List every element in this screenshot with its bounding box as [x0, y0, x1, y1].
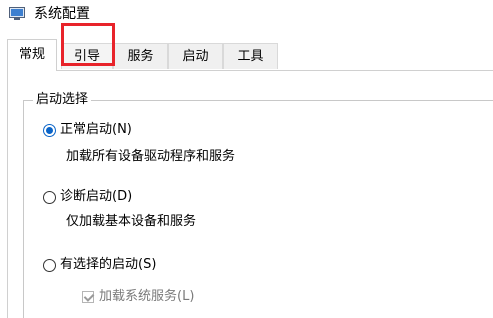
- diagnostic-startup-label: 诊断启动(D): [60, 189, 133, 204]
- window-title: 系统配置: [34, 6, 90, 22]
- msconfig-app-icon: [9, 6, 25, 20]
- diagnostic-startup-radio[interactable]: [43, 190, 56, 204]
- system-config-window: 系统配置 常规 引导 服务 启动 工具 启动选择 正常启动(N) 加载所有设备驱…: [0, 0, 493, 318]
- selective-startup-label: 有选择的启动(S): [60, 257, 157, 272]
- diagnostic-startup-description: 仅加载基本设备和服务: [66, 214, 197, 229]
- tab-startup[interactable]: 启动: [168, 43, 223, 69]
- normal-startup-radio[interactable]: [43, 123, 56, 137]
- selective-startup-radio[interactable]: [43, 258, 56, 272]
- diagnostic-startup-option[interactable]: 诊断启动(D): [43, 188, 132, 206]
- selective-startup-option[interactable]: 有选择的启动(S): [43, 256, 156, 274]
- load-system-services-label: 加载系统服务(L): [99, 289, 195, 304]
- startup-selection-title: 启动选择: [33, 92, 92, 108]
- normal-startup-option[interactable]: 正常启动(N): [43, 121, 132, 139]
- tab-tools[interactable]: 工具: [223, 43, 278, 69]
- normal-startup-description: 加载所有设备驱动程序和服务: [66, 149, 236, 164]
- boot-tab-highlight-box: [61, 23, 115, 66]
- tab-services[interactable]: 服务: [113, 43, 168, 69]
- checkmark-icon: [83, 291, 95, 302]
- load-system-services-checkbox: [82, 291, 95, 303]
- load-system-services-option: 加载系统服务(L): [82, 288, 194, 306]
- tab-general[interactable]: 常规: [7, 39, 57, 71]
- normal-startup-label: 正常启动(N): [60, 122, 132, 137]
